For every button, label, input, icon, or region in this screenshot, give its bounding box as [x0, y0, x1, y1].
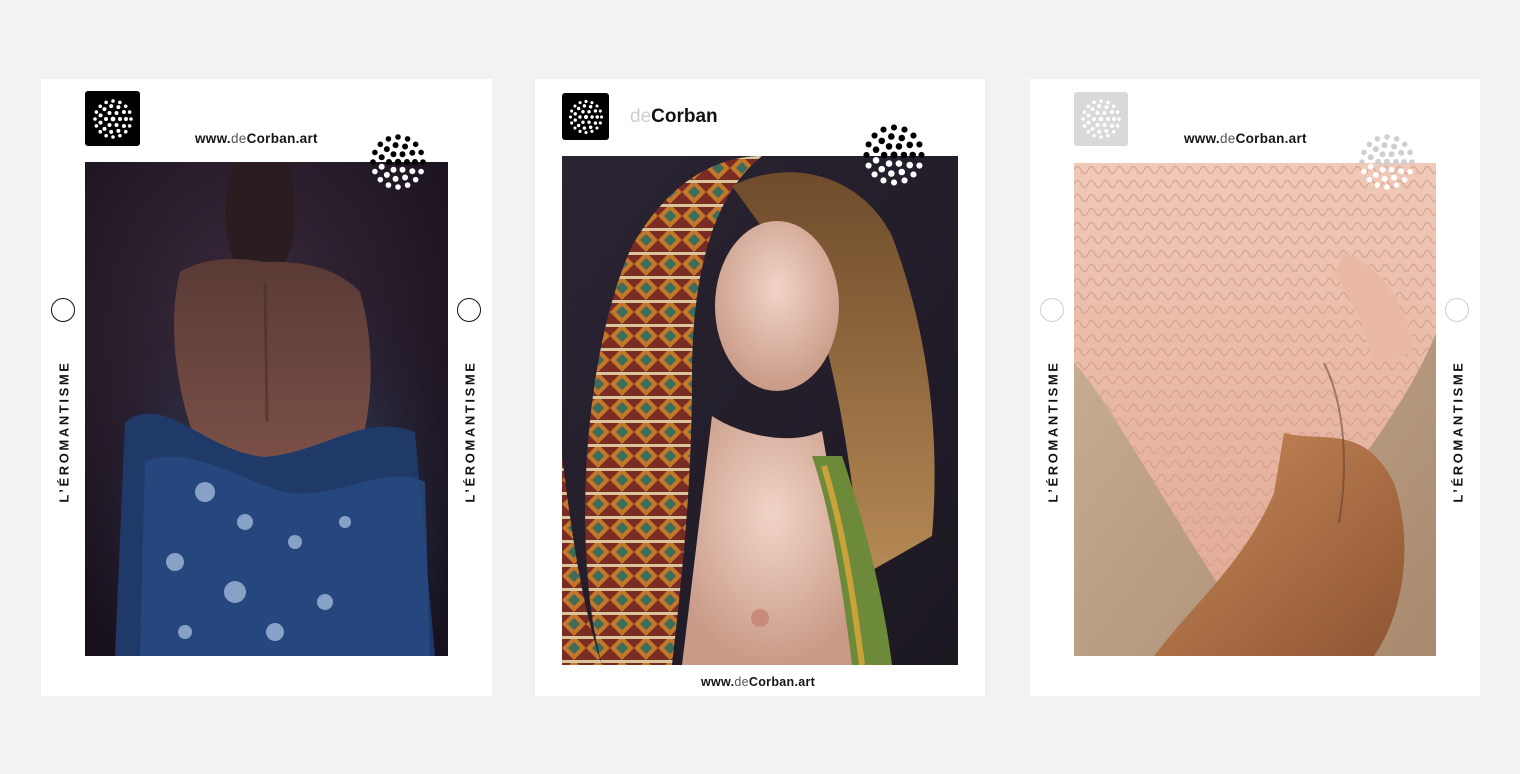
photo-back-kimono [85, 162, 448, 656]
poster-card-3: www.deCorban.art L’ÉROMANTISME L’ÉROMANT… [1030, 79, 1480, 696]
circle-marker-left [51, 298, 75, 322]
side-label-left: L’ÉROMANTISME [56, 359, 72, 503]
side-label-right: L’ÉROMANTISME [462, 359, 478, 503]
dot-cluster-icon [863, 124, 925, 186]
side-label-right: L’ÉROMANTISME [1450, 359, 1466, 503]
circle-marker-right [1445, 298, 1469, 322]
poster-card-2: deCorban www.deCorban.art [535, 79, 985, 696]
side-label-left: L’ÉROMANTISME [1045, 359, 1061, 503]
dot-cluster-icon [1359, 134, 1415, 190]
logo-badge-icon [1074, 92, 1128, 146]
circle-marker-left [1040, 298, 1064, 322]
dot-cluster-icon [370, 134, 426, 190]
brand-name: deCorban [630, 106, 718, 127]
logo-badge-icon [85, 91, 140, 146]
photo-hooded-portrait [562, 156, 958, 665]
circle-marker-right [457, 298, 481, 322]
website-url: www.deCorban.art [701, 675, 816, 689]
photo-knit-sweater [1074, 163, 1436, 656]
website-url: www.deCorban.art [195, 131, 318, 146]
website-url: www.deCorban.art [1184, 131, 1307, 146]
logo-badge-icon [562, 93, 609, 140]
poster-card-1: www.deCorban.art L’ÉROMANTISME L’ÉROMANT… [41, 79, 492, 696]
